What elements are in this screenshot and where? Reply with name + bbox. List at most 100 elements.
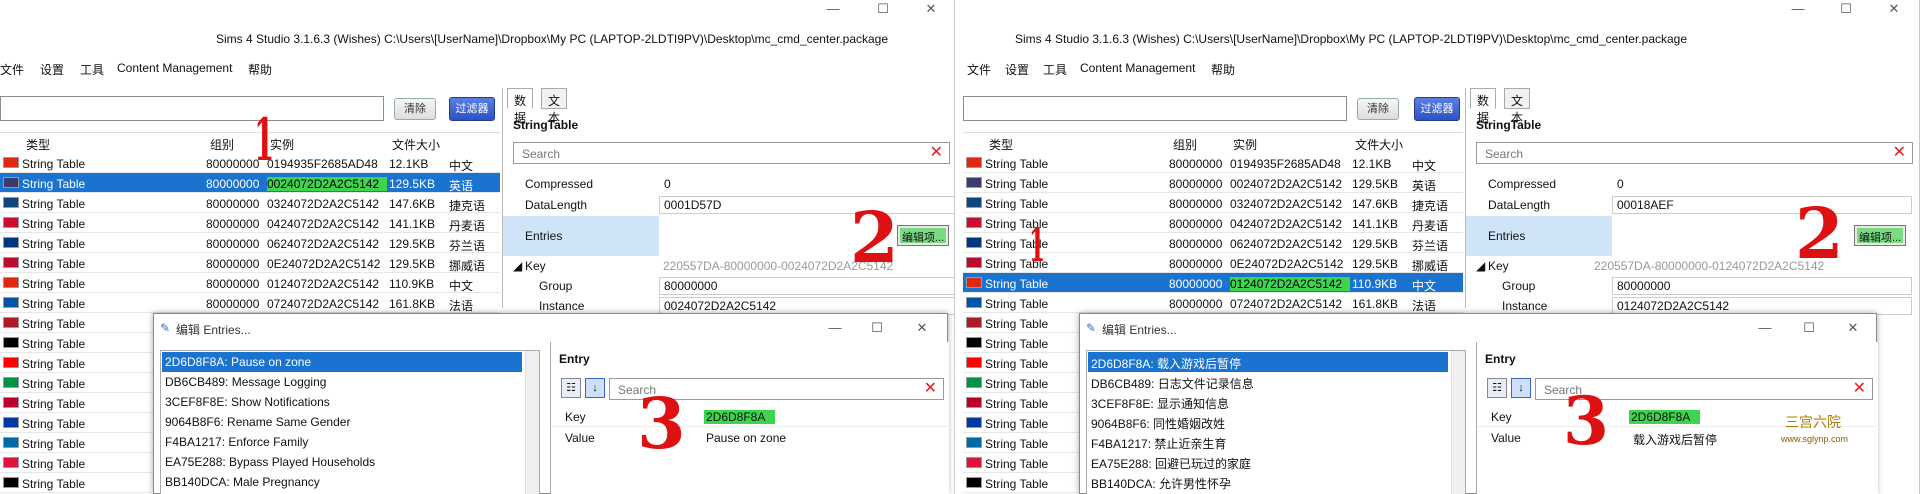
close-icon[interactable]: ✕ [1830,319,1876,337]
menu-help[interactable]: 帮助 [1211,61,1235,78]
maximize-icon[interactable]: ☐ [854,319,900,337]
tab-data[interactable]: 数据 [1470,88,1497,125]
list-scrollbar[interactable] [525,351,539,494]
menu-help[interactable]: 帮助 [248,61,272,78]
clear-search-icon[interactable]: ✕ [930,145,943,161]
list-item[interactable]: 3CEF8F8E: 显示通知信息 [1088,392,1448,412]
entry-key-value[interactable]: 2D6D8F8A [1629,410,1701,424]
sort-alpha-icon[interactable]: ↓ [1511,378,1531,398]
col-group-header[interactable]: 组别 [1173,136,1197,153]
entry-value-value[interactable]: 载入游戏后暂停 [1633,431,1717,448]
maximize-icon[interactable]: ☐ [1786,319,1832,337]
clear-button[interactable]: 清除 [394,98,436,120]
entry-key-value[interactable]: 2D6D8F8A [704,410,776,424]
panel-title: StringTable [513,118,579,132]
table-row[interactable]: String Table 80000000 0324072D2A2C5142 147.… [0,193,500,213]
prop-value[interactable]: 0 [1612,175,1912,193]
tab-text[interactable]: 文本 [1504,88,1531,125]
table-row[interactable]: String Table 80000000 0194935F2685AD48 12.1… [0,153,500,173]
clear-search-icon[interactable]: ✕ [924,381,937,397]
table-row[interactable]: String Table 80000000 0424072D2A2C5142 141.… [0,213,500,233]
table-row[interactable]: String Table 80000000 0124072D2A2C5142 110.… [963,273,1463,293]
col-size-header[interactable]: 文件大小 [1355,136,1403,153]
col-group-header[interactable]: 组别 [210,136,234,153]
col-instance-header[interactable]: 实例 [1233,136,1257,153]
table-row[interactable]: String Table 80000000 0194935F2685AD48 12.1… [963,153,1463,173]
maximize-icon[interactable]: ☐ [860,0,906,18]
menu-tools[interactable]: 工具 [1043,61,1067,78]
prop-value[interactable]: 0 [659,175,954,193]
list-item[interactable]: F4BA1217: 禁止近亲生育 [1088,432,1448,452]
col-size-header[interactable]: 文件大小 [392,136,440,153]
col-type-header[interactable]: 类型 [989,136,1013,153]
edit-entries-button[interactable]: 编辑项... [1854,225,1907,246]
list-scrollbar[interactable] [1451,351,1465,494]
list-item[interactable]: 2D6D8F8A: Pause on zone [162,352,522,372]
minimize-icon[interactable]: — [812,319,858,337]
minimize-icon[interactable]: — [810,0,856,18]
categorize-icon[interactable]: ☷ [1487,378,1507,398]
list-item[interactable]: DB6CB489: Message Logging [162,372,522,392]
list-item[interactable]: EA75E288: Bypass Played Households [162,452,522,472]
table-row[interactable]: String Table 80000000 0124072D2A2C5142 110.… [0,273,500,293]
table-row[interactable]: String Table 80000000 0024072D2A2C5142 129.… [0,173,500,193]
expand-key-icon[interactable]: ◢ [513,259,522,273]
close-icon[interactable]: ✕ [908,0,954,18]
filter-button[interactable]: 过滤器 [1414,97,1460,121]
filter-input[interactable] [963,96,1347,121]
menu-settings[interactable]: 设置 [1005,61,1029,78]
clear-search-icon[interactable]: ✕ [1893,145,1906,161]
flag-icon [966,157,982,168]
filter-input[interactable] [0,96,384,121]
table-row[interactable]: String Table 80000000 0E24072D2A2C5142 129.… [0,253,500,273]
prop-value[interactable]: 80000000 [1612,277,1912,295]
menu-settings[interactable]: 设置 [40,61,64,78]
list-item[interactable]: BB140DCA: Male Pregnancy [162,472,522,492]
prop-value[interactable]: 00018AEF [1612,196,1912,214]
menu-tools[interactable]: 工具 [80,61,104,78]
menu-file[interactable]: 文件 [967,61,991,78]
prop-value[interactable]: 0001D57D [659,196,954,214]
flag-icon [3,417,19,428]
table-row[interactable]: String Table 80000000 0024072D2A2C5142 129.… [963,173,1463,193]
clear-button[interactable]: 清除 [1357,98,1399,120]
annotation-2: 2 [1795,192,1844,275]
expand-key-icon[interactable]: ◢ [1476,259,1485,273]
clear-search-icon[interactable]: ✕ [1853,381,1866,397]
close-icon[interactable]: ✕ [1871,0,1917,18]
panel-search-input[interactable]: Search ✕ [1476,142,1913,164]
list-item[interactable]: 9064B8F6: Rename Same Gender [162,412,522,432]
table-row[interactable]: String Table 80000000 0624072D2A2C5142 129.… [0,233,500,253]
list-item[interactable]: F4BA1217: Enforce Family [162,432,522,452]
list-item[interactable]: EA75E288: 回避已玩过的家庭 [1088,452,1448,472]
list-item[interactable]: 2D6D8F8A: 载入游戏后暂停 [1088,352,1448,372]
tab-data[interactable]: 数据 [507,88,534,125]
list-item[interactable]: 9064B8F6: 同性婚姻改姓 [1088,412,1448,432]
list-item[interactable]: DB6CB489: 日志文件记录信息 [1088,372,1448,392]
list-item[interactable]: 3CEF8F8E: Show Notifications [162,392,522,412]
menu-content-management[interactable]: Content Management [117,61,232,75]
maximize-icon[interactable]: ☐ [1823,0,1869,18]
cell-size: 141.1KB [1352,217,1399,231]
categorize-icon[interactable]: ☷ [561,378,581,398]
flag-icon [966,257,982,268]
col-type-header[interactable]: 类型 [26,136,50,153]
menu-content-management[interactable]: Content Management [1080,61,1195,75]
panel-search-input[interactable]: Search ✕ [513,142,950,164]
minimize-icon[interactable]: — [1775,0,1821,18]
table-row[interactable]: String Table 80000000 0724072D2A2C5142 161.… [0,293,500,313]
tab-text[interactable]: 文本 [541,88,568,125]
table-row[interactable]: String Table 80000000 0724072D2A2C5142 161.… [963,293,1463,313]
filter-button[interactable]: 过滤器 [449,97,495,121]
list-item[interactable]: BB140DCA: 允许男性怀孕 [1088,472,1448,492]
sort-alpha-icon[interactable]: ↓ [585,378,605,398]
prop-value[interactable]: 80000000 [659,277,954,295]
edit-entries-button[interactable]: 编辑项... [897,225,950,246]
table-row[interactable]: String Table 80000000 0324072D2A2C5142 147.… [963,193,1463,213]
close-icon[interactable]: ✕ [899,319,945,337]
flag-icon [3,217,19,228]
menu-file[interactable]: 文件 [0,61,24,78]
minimize-icon[interactable]: — [1742,319,1788,337]
entry-value-value[interactable]: Pause on zone [706,431,786,445]
prop-label: Entries [1488,229,1526,243]
